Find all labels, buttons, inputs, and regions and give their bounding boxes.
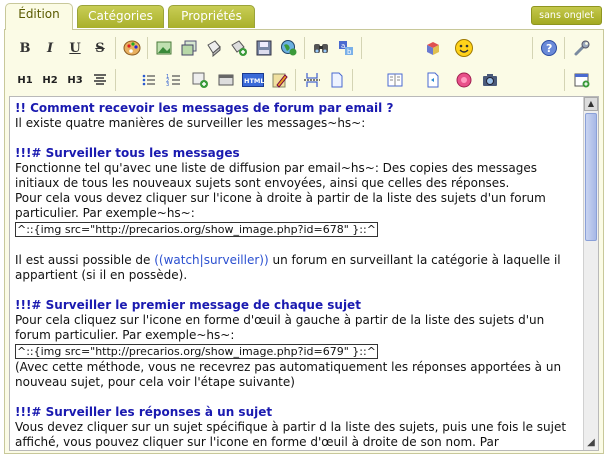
smiley-icon[interactable]: [453, 37, 475, 59]
add-window-icon[interactable]: [571, 69, 593, 91]
toolbar-row-2: H1 H2 H3 123 HTML: [9, 66, 599, 96]
h3-icon[interactable]: H3: [64, 69, 86, 91]
underline-icon[interactable]: U: [64, 37, 86, 59]
pencil-icon[interactable]: [269, 69, 291, 91]
editor-panel: B I U S ab ? H1 H2 H3 1 2 3 HTML !! Comm…: [4, 29, 604, 454]
attachment-icon[interactable]: [228, 37, 250, 59]
scroll-up-arrow-icon[interactable]: ▲: [584, 97, 598, 111]
section-1-paragraph-3: Il est aussi possible de ((watch|surveil…: [15, 253, 580, 283]
tab-edition[interactable]: Édition: [5, 3, 73, 30]
toolbar-separator: [564, 37, 565, 59]
gallery-icon[interactable]: [178, 37, 200, 59]
toolbar-separator: [115, 69, 116, 91]
section-1-image-code: ^::{img src="http://precarios.org/show_i…: [15, 222, 378, 237]
section-2-title: !!!# Surveiller le premier message de ch…: [15, 298, 361, 312]
box-icon[interactable]: [422, 37, 444, 59]
svg-text:b: b: [347, 48, 352, 56]
numbered-list-icon[interactable]: 123: [163, 69, 185, 91]
html-icon[interactable]: HTML: [242, 69, 264, 91]
toolbar-separator: [564, 69, 565, 91]
wrench-icon[interactable]: [571, 37, 593, 59]
content-intro: Il existe quatre manières de surveiller …: [15, 116, 366, 130]
replace-icon[interactable]: ab: [335, 37, 357, 59]
svg-text:3: 3: [166, 82, 169, 88]
globe-icon[interactable]: [278, 37, 300, 59]
preview-icon[interactable]: [422, 69, 444, 91]
record-icon[interactable]: [453, 69, 475, 91]
section-2-paragraph-2: (Avec cette méthode, vous ne recevrez pa…: [15, 360, 562, 389]
bullet-list-icon[interactable]: [138, 69, 160, 91]
svg-text:a: a: [341, 42, 345, 50]
section-2-paragraph-1: Pour cela cliquez sur l'icone en forme d…: [15, 313, 545, 342]
section-1-paragraph-1: Fonctionne tel qu'avec une liste de diff…: [15, 161, 537, 190]
svg-text:HTML: HTML: [244, 77, 264, 85]
section-3-title: !!!# Surveiller les réponses à un sujet: [15, 405, 273, 419]
help-icon[interactable]: ?: [538, 37, 560, 59]
h2-icon[interactable]: H2: [39, 69, 61, 91]
scrollbar-thumb[interactable]: [585, 113, 597, 241]
toolbar-separator: [304, 37, 305, 59]
wiki-content: !! Comment recevoir les messages de foru…: [15, 101, 580, 450]
file-icon[interactable]: [203, 37, 225, 59]
resize-handle-icon[interactable]: ◢: [585, 437, 597, 449]
italic-icon[interactable]: I: [39, 37, 61, 59]
page-icon[interactable]: [326, 69, 348, 91]
palette-icon[interactable]: [121, 37, 143, 59]
tab-categories[interactable]: Catégories: [77, 5, 164, 28]
vertical-scrollbar[interactable]: ▲ ◢: [583, 97, 598, 450]
toolbar-separator: [361, 37, 362, 59]
camera-icon[interactable]: [479, 69, 501, 91]
sans-onglet-button[interactable]: sans onglet: [531, 6, 602, 25]
bold-icon[interactable]: B: [14, 37, 36, 59]
table-icon[interactable]: [215, 69, 237, 91]
svg-text:?: ?: [546, 42, 552, 55]
align-center-icon[interactable]: [89, 69, 111, 91]
add-plugin-icon[interactable]: [189, 69, 211, 91]
section-1-text: Il est aussi possible de: [15, 253, 155, 267]
page-break-icon[interactable]: [301, 69, 323, 91]
wiki-text-area[interactable]: !! Comment recevoir les messages de foru…: [9, 96, 599, 451]
floppy-icon[interactable]: [253, 37, 275, 59]
tab-bar: Édition Catégories Propriétés sans ongle…: [0, 0, 608, 30]
section-1-title: !!!# Surveiller tous les messages: [15, 146, 240, 160]
toolbar-separator: [352, 69, 353, 91]
binoculars-icon[interactable]: [310, 37, 332, 59]
toolbar-separator: [147, 37, 148, 59]
toolbar-row-1: B I U S ab ?: [9, 34, 599, 64]
section-1-paragraph-2: Pour cela vous devez cliquer sur l'icone…: [15, 191, 546, 220]
strikethrough-icon[interactable]: S: [89, 37, 111, 59]
section-2-image-code: ^::{img src="http://precarios.org/show_i…: [15, 344, 378, 359]
image-icon[interactable]: [153, 37, 175, 59]
toolbar-separator: [532, 37, 533, 59]
columns-icon[interactable]: [384, 69, 406, 91]
tab-properties[interactable]: Propriétés: [168, 5, 255, 28]
section-3-paragraph-1: Vous devez cliquer sur un sujet spécifiq…: [15, 420, 567, 449]
h1-icon[interactable]: H1: [14, 69, 36, 91]
content-title: !! Comment recevoir les messages de foru…: [15, 101, 394, 115]
watch-link[interactable]: ((watch|surveiller)): [154, 253, 268, 267]
toolbar-separator: [115, 37, 116, 59]
toolbar-separator: [295, 69, 296, 91]
